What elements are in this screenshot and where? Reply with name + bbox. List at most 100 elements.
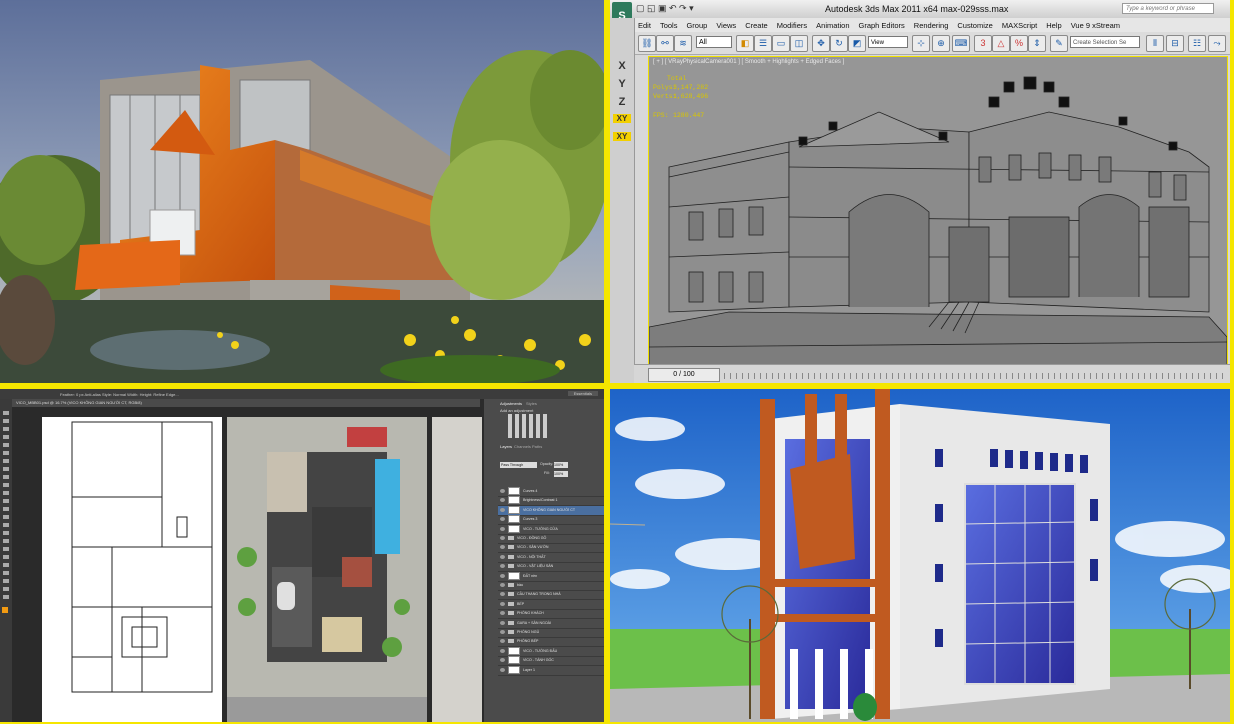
fill-field[interactable]: 100%: [554, 471, 568, 477]
menu-customize[interactable]: Customize: [957, 21, 992, 30]
layer-manager-icon[interactable]: ☷: [1188, 35, 1206, 52]
visibility-eye-icon[interactable]: [500, 611, 505, 616]
layer-name: VICO - VẬT LIỆU SÀN: [517, 564, 554, 569]
adjustment-layer-icon: [508, 505, 520, 514]
pivot-icon[interactable]: ⊹: [912, 35, 930, 52]
spinner-snap-icon[interactable]: ⇕: [1028, 35, 1046, 52]
ps-right-panels: Adjustments Styles Add an adjustment Lay…: [484, 399, 604, 722]
angle-snap-icon[interactable]: △: [992, 35, 1010, 52]
visibility-eye-icon[interactable]: [500, 554, 505, 559]
layer-name: PHÒNG BẾP: [517, 639, 539, 644]
workspace-switcher[interactable]: Essentials: [567, 391, 598, 396]
folder-icon: [508, 601, 514, 606]
bind-spacewarp-icon[interactable]: ≋: [674, 35, 692, 52]
layer-thumbnail: [508, 665, 520, 674]
blend-mode-dropdown[interactable]: Pass Through: [500, 462, 537, 468]
visibility-eye-icon[interactable]: [500, 517, 505, 522]
tab-channels[interactable]: Channels: [514, 444, 531, 449]
manipulate-icon[interactable]: ⊕: [932, 35, 950, 52]
max-title-bar: S ▢ ◱ ▣ ↶ ↷ ▾ Autodesk 3ds Max 2011 x64 …: [610, 0, 1230, 30]
unlink-icon[interactable]: ⚯: [656, 35, 674, 52]
align-icon[interactable]: ⊟: [1166, 35, 1184, 52]
visibility-eye-icon[interactable]: [500, 601, 505, 606]
menu-maxscript[interactable]: MAXScript: [1002, 21, 1037, 30]
visibility-eye-icon[interactable]: [500, 667, 505, 672]
adjustment-layer-icon: [508, 487, 520, 496]
select-object-icon[interactable]: ◧: [736, 35, 754, 52]
visibility-eye-icon[interactable]: [500, 573, 505, 578]
move-icon[interactable]: ✥: [812, 35, 830, 52]
search-input[interactable]: Type a keyword or phrase: [1122, 3, 1214, 14]
fill-label: Fill:: [544, 471, 550, 475]
tab-styles[interactable]: Styles: [526, 401, 537, 406]
visibility-eye-icon[interactable]: [500, 545, 505, 550]
menu-edit[interactable]: Edit: [638, 21, 651, 30]
menu-help[interactable]: Help: [1046, 21, 1061, 30]
ref-coord-dropdown[interactable]: View: [868, 36, 908, 48]
timeline-slider[interactable]: 0 / 100: [648, 368, 720, 382]
visibility-eye-icon[interactable]: [500, 639, 505, 644]
percent-snap-icon[interactable]: %: [1010, 35, 1028, 52]
ps-options-bar: Feather: 0 px Anti-alias Style: Normal W…: [0, 389, 604, 399]
axis-x-label[interactable]: X: [613, 60, 631, 72]
layer-row[interactable]: Layer 1: [498, 665, 604, 676]
visibility-eye-icon[interactable]: [500, 658, 505, 663]
menu-create[interactable]: Create: [745, 21, 768, 30]
menu-rendering[interactable]: Rendering: [914, 21, 949, 30]
named-selection-field[interactable]: Create Selection Se: [1070, 36, 1140, 48]
foreground-color-swatch[interactable]: [2, 607, 8, 613]
rotate-icon[interactable]: ↻: [830, 35, 848, 52]
max-timeline[interactable]: 0 / 100: [634, 364, 1230, 383]
link-icon[interactable]: ⛓: [638, 35, 656, 52]
axis-z-label[interactable]: Z: [613, 96, 631, 108]
layer-name: PHÒNG KHÁCH: [517, 611, 544, 616]
tab-adjustments[interactable]: Adjustments: [500, 401, 522, 406]
snap-toggle-icon[interactable]: 3: [974, 35, 992, 52]
tool-icons[interactable]: [3, 411, 9, 601]
select-by-name-icon[interactable]: ☰: [754, 35, 772, 52]
axis-xy-label[interactable]: XY: [613, 114, 631, 123]
adjustment-layer-icon: [508, 515, 520, 524]
options-bar-text[interactable]: Feather: 0 px Anti-alias Style: Normal W…: [60, 392, 179, 397]
axis-y-label[interactable]: Y: [613, 78, 631, 90]
scale-icon[interactable]: ◩: [848, 35, 866, 52]
menu-group[interactable]: Group: [686, 21, 707, 30]
opacity-field[interactable]: 100%: [554, 462, 568, 468]
menu-vue-xstream[interactable]: Vue 9 xStream: [1071, 21, 1120, 30]
folder-icon: [508, 536, 514, 541]
menu-animation[interactable]: Animation: [816, 21, 849, 30]
quick-access-icons[interactable]: ▢ ◱ ▣ ↶ ↷ ▾: [636, 3, 694, 14]
visibility-eye-icon[interactable]: [500, 489, 505, 494]
visibility-eye-icon[interactable]: [500, 564, 505, 569]
tab-paths[interactable]: Paths: [532, 444, 542, 449]
visibility-eye-icon[interactable]: [500, 536, 505, 541]
document-tab[interactable]: VICO_MBB01.psd @ 16.7% (VICO KHÔNG GIAN …: [12, 399, 480, 407]
visibility-eye-icon[interactable]: [500, 507, 505, 512]
visibility-eye-icon[interactable]: [500, 620, 505, 625]
adjustment-icons[interactable]: [508, 414, 548, 438]
visibility-eye-icon[interactable]: [500, 583, 505, 588]
layer-name: VICO - NỘI THẤT: [517, 554, 546, 559]
menu-tools[interactable]: Tools: [660, 21, 678, 30]
max-viewport[interactable]: [ + ] [ VRayPhysicalCamera001 ] [ Smooth…: [648, 56, 1228, 366]
mirror-icon[interactable]: ⫴: [1146, 35, 1164, 52]
axis-xy-plane-label[interactable]: XY: [613, 132, 631, 141]
rect-selection-icon[interactable]: ▭: [772, 35, 790, 52]
visibility-eye-icon[interactable]: [500, 630, 505, 635]
menu-modifiers[interactable]: Modifiers: [777, 21, 807, 30]
menu-graph-editors[interactable]: Graph Editors: [859, 21, 905, 30]
edit-named-selection-icon[interactable]: ✎: [1050, 35, 1068, 52]
timeline-track[interactable]: [724, 373, 1226, 379]
window-crossing-icon[interactable]: ◫: [790, 35, 808, 52]
visibility-eye-icon[interactable]: [500, 648, 505, 653]
visibility-eye-icon[interactable]: [500, 526, 505, 531]
selection-filter-dropdown[interactable]: All: [696, 36, 732, 48]
menu-views[interactable]: Views: [716, 21, 736, 30]
layers-list: Curves 4 Brightness/Contrast 1 VICO KHÔNG …: [484, 487, 604, 677]
ps-canvas[interactable]: [12, 407, 482, 722]
visibility-eye-icon[interactable]: [500, 498, 505, 503]
tab-layers[interactable]: Layers: [500, 444, 512, 449]
curve-editor-icon[interactable]: ⤳: [1208, 35, 1226, 52]
keyboard-shortcut-icon[interactable]: ⌨: [952, 35, 970, 52]
visibility-eye-icon[interactable]: [500, 592, 505, 597]
